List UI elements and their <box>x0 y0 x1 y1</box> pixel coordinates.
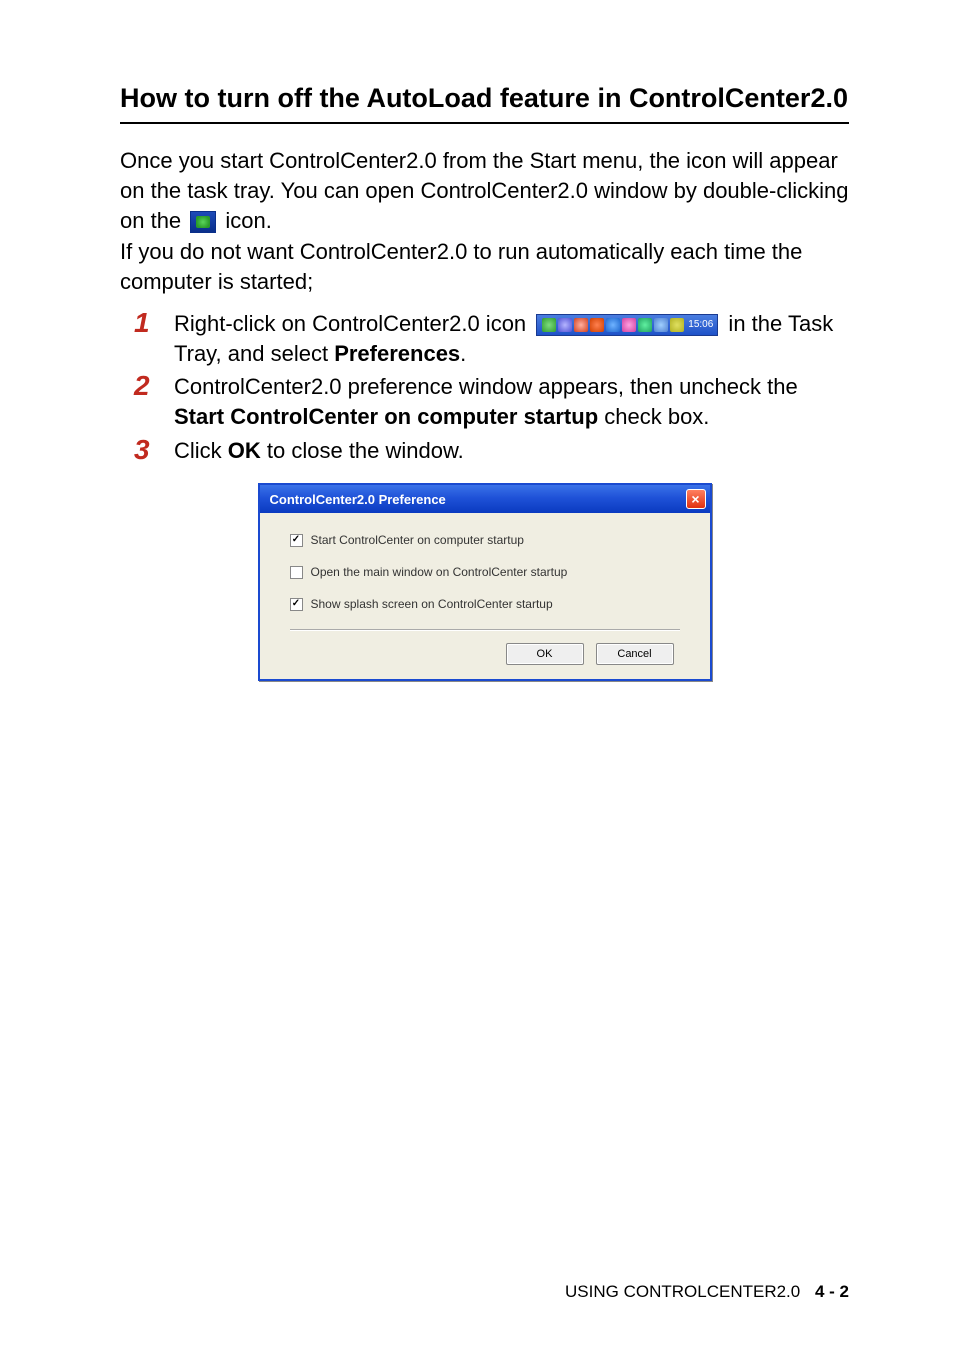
section-heading: How to turn off the AutoLoad feature in … <box>120 82 849 114</box>
tray-clock: 15:06 <box>688 318 713 332</box>
tray-mini-icon <box>558 318 572 332</box>
step-number: 2 <box>134 372 174 400</box>
step-2: 2 ControlCenter2.0 preference window app… <box>134 372 849 431</box>
footer-page-number: 4 - 2 <box>815 1282 849 1301</box>
checkbox-icon <box>290 566 303 579</box>
check-mark-icon: ✓ <box>292 535 300 545</box>
checkbox-label: Start ControlCenter on computer startup <box>311 533 524 547</box>
check-mark-icon: ✓ <box>292 599 300 609</box>
step-3-bold: OK <box>228 438 261 463</box>
para1-part-b: icon. <box>219 208 272 233</box>
step-2-a: ControlCenter2.0 preference window appea… <box>174 374 798 399</box>
preference-dialog: ControlCenter2.0 Preference × ✓ Start Co… <box>258 483 712 681</box>
step-1-c: . <box>460 341 466 366</box>
dialog-body: ✓ Start ControlCenter on computer startu… <box>260 513 710 679</box>
tray-mini-icon <box>606 318 620 332</box>
tray-mini-icon <box>638 318 652 332</box>
tray-mini-icon <box>574 318 588 332</box>
controlcenter-tray-icon <box>190 211 216 233</box>
step-3: 3 Click OK to close the window. <box>134 436 849 466</box>
checkbox-row-splash[interactable]: ✓ Show splash screen on ControlCenter st… <box>290 597 680 611</box>
ok-button[interactable]: OK <box>506 643 584 665</box>
checkbox-icon: ✓ <box>290 534 303 547</box>
cancel-button[interactable]: Cancel <box>596 643 674 665</box>
checkbox-icon: ✓ <box>290 598 303 611</box>
step-number: 3 <box>134 436 174 464</box>
tray-mini-icon <box>670 318 684 332</box>
checkbox-row-startup[interactable]: ✓ Start ControlCenter on computer startu… <box>290 533 680 547</box>
dialog-separator <box>290 629 680 631</box>
step-3-text: Click OK to close the window. <box>174 436 849 466</box>
tray-mini-icon <box>654 318 668 332</box>
task-tray-screenshot: 15:06 <box>536 314 718 336</box>
checkbox-label: Open the main window on ControlCenter st… <box>311 565 568 579</box>
dialog-titlebar: ControlCenter2.0 Preference × <box>260 485 710 513</box>
step-1-a: Right-click on ControlCenter2.0 icon <box>174 311 532 336</box>
checkbox-row-mainwindow[interactable]: Open the main window on ControlCenter st… <box>290 565 680 579</box>
footer-text: USING CONTROLCENTER2.0 <box>565 1282 800 1301</box>
tray-mini-icon <box>590 318 604 332</box>
close-icon: × <box>691 492 699 506</box>
step-2-bold: Start ControlCenter on computer startup <box>174 404 598 429</box>
intro-paragraph-2: If you do not want ControlCenter2.0 to r… <box>120 237 849 296</box>
step-1: 1 Right-click on ControlCenter2.0 icon 1… <box>134 309 849 368</box>
dialog-close-button[interactable]: × <box>686 489 706 509</box>
tray-mini-icon <box>622 318 636 332</box>
heading-underline <box>120 122 849 124</box>
step-1-bold: Preferences <box>334 341 460 366</box>
dialog-button-row: OK Cancel <box>290 643 680 665</box>
dialog-title: ControlCenter2.0 Preference <box>270 492 446 507</box>
checkbox-label: Show splash screen on ControlCenter star… <box>311 597 553 611</box>
step-2-b: check box. <box>598 404 709 429</box>
step-2-text: ControlCenter2.0 preference window appea… <box>174 372 849 431</box>
page-footer: USING CONTROLCENTER2.0 4 - 2 <box>565 1282 849 1302</box>
tray-mini-icon <box>542 318 556 332</box>
step-number: 1 <box>134 309 174 337</box>
steps-list: 1 Right-click on ControlCenter2.0 icon 1… <box>120 309 849 465</box>
step-3-b: to close the window. <box>261 438 464 463</box>
step-1-text: Right-click on ControlCenter2.0 icon 15:… <box>174 309 849 368</box>
intro-paragraph-1: Once you start ControlCenter2.0 from the… <box>120 146 849 235</box>
step-3-a: Click <box>174 438 228 463</box>
dialog-screenshot-wrap: ControlCenter2.0 Preference × ✓ Start Co… <box>120 483 849 681</box>
